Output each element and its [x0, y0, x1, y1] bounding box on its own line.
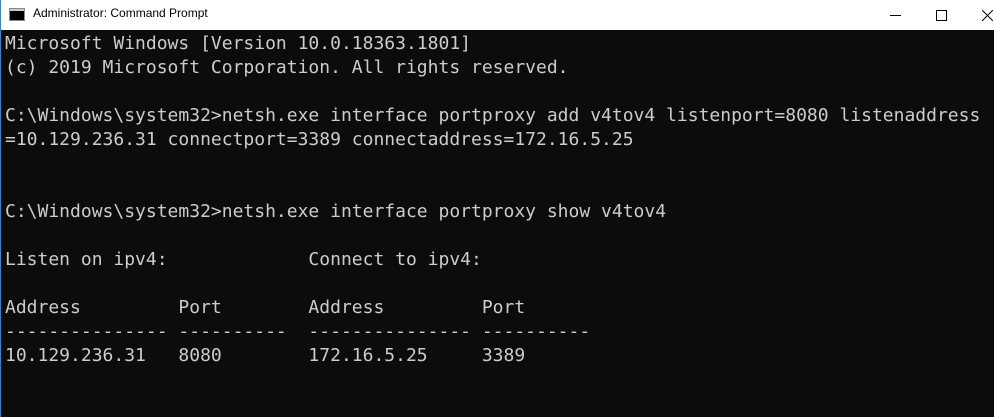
console-line: 10.129.236.31 8080 172.16.5.25 3389 [5, 345, 526, 366]
console-line: C:\Windows\system32>netsh.exe interface … [5, 201, 667, 222]
console-line: (c) 2019 Microsoft Corporation. All righ… [5, 57, 569, 78]
window-border [0, 0, 1, 417]
console-line: =10.129.236.31 connectport=3389 connecta… [5, 129, 634, 150]
console-line: Address Port Address Port [5, 297, 526, 318]
console-line: Listen on ipv4: Connect to ipv4: [5, 249, 482, 270]
console-output[interactable]: Microsoft Windows [Version 10.0.18363.18… [0, 30, 994, 417]
title-bar[interactable]: Administrator: Command Prompt [0, 0, 994, 30]
console-line: Microsoft Windows [Version 10.0.18363.18… [5, 33, 471, 54]
window-title: Administrator: Command Prompt [33, 6, 208, 20]
close-icon [981, 9, 993, 21]
minimize-icon [889, 14, 901, 16]
console-line: C:\Windows\system32>netsh.exe interface … [5, 105, 981, 126]
maximize-icon [935, 9, 947, 21]
console-text: Microsoft Windows [Version 10.0.18363.18… [5, 32, 980, 416]
maximize-button[interactable] [918, 0, 964, 30]
console-line: --------------- ---------- -------------… [5, 321, 591, 342]
command-prompt-window: Administrator: Command Prompt Microsoft … [0, 0, 994, 417]
cmd-icon[interactable] [9, 8, 25, 21]
close-button[interactable] [964, 0, 994, 30]
minimize-button[interactable] [872, 0, 918, 30]
